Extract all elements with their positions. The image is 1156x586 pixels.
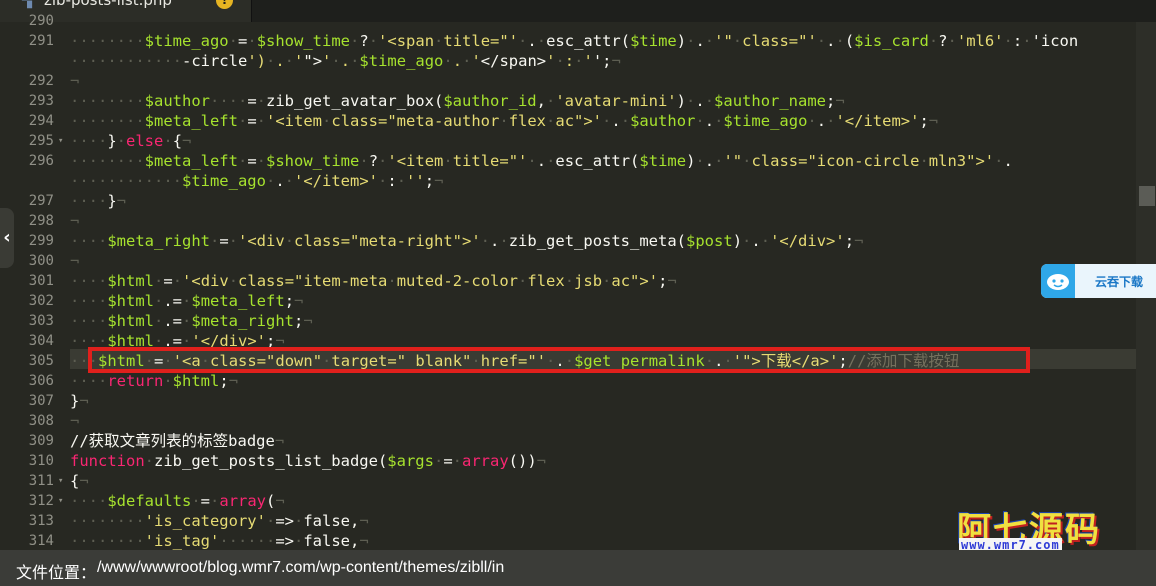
fold-arrow-icon[interactable]: ▾ xyxy=(58,131,68,151)
line-number: 314 xyxy=(28,533,54,549)
cloud-download-widget[interactable]: 云吞下载 xyxy=(1041,264,1156,298)
chevron-left-icon[interactable]: ‹ xyxy=(0,208,14,268)
cloud-download-label: 云吞下载 xyxy=(1095,275,1144,289)
line-number: 295 xyxy=(28,133,54,149)
line-number: 294 xyxy=(28,113,54,129)
line-number: 306 xyxy=(28,373,54,389)
line-number: 302 xyxy=(28,293,54,309)
code-line[interactable]: ····return·$html;¬ xyxy=(70,371,238,391)
code-line[interactable]: ····$html·.=·$meta_left;¬ xyxy=(70,291,303,311)
line-number: 312 xyxy=(28,493,54,509)
line-number xyxy=(0,51,54,71)
code-line[interactable]: //获取文章列表的标签badge¬ xyxy=(70,431,284,451)
code-line[interactable]: ····$html·=·'<div·class="item-meta·muted… xyxy=(70,271,677,291)
code-line[interactable]: ········$time_ago·=·$show_time·?·'<span·… xyxy=(70,31,1078,51)
code-line[interactable]: ····}¬ xyxy=(70,191,126,211)
cloud-icon xyxy=(1041,264,1075,298)
code-line[interactable]: function·zib_get_posts_list_badge($args·… xyxy=(70,451,546,471)
scrollbar-thumb[interactable] xyxy=(1139,186,1155,206)
code-line[interactable]: ········$meta_left·=·'<item·class="meta-… xyxy=(70,111,938,131)
line-number: 307 xyxy=(28,393,54,409)
line-number: 290 xyxy=(28,13,54,29)
line-number: 308 xyxy=(28,413,54,429)
code-line[interactable]: ············-circle')·.·'">'·.·$time_ago… xyxy=(70,51,621,71)
code-line[interactable]: ········'is_category'·=>·false,¬ xyxy=(70,511,369,531)
line-number-gutter: 290 291 292 293 294 295 ▾ 296 297 298 299 300 301 302… xyxy=(0,13,70,550)
code-line[interactable]: ········$meta_left·=·$show_time·?·'<item… xyxy=(70,151,1013,171)
line-number xyxy=(0,171,54,191)
line-number: 301 xyxy=(28,273,54,289)
file-location-label: 文件位置： xyxy=(16,565,97,582)
line-number: 310 xyxy=(28,453,54,469)
editor-tab-bar: ▚ zib-posts-list.php ! xyxy=(0,0,1156,22)
line-number: 303 xyxy=(28,313,54,329)
fold-arrow-icon[interactable]: ▾ xyxy=(58,471,68,491)
line-number: 291 xyxy=(28,33,54,49)
code-line[interactable]: }¬ xyxy=(70,391,89,411)
code-line[interactable]: ····$html·.=·$meta_right;¬ xyxy=(70,311,313,331)
code-line[interactable]: {¬ xyxy=(70,471,89,491)
line-number: 293 xyxy=(28,93,54,109)
code-line[interactable]: ¬ xyxy=(70,211,79,231)
unsaved-indicator-icon: ! xyxy=(216,0,233,9)
code-line[interactable]: ········'is_tag'······=>·false,¬ xyxy=(70,531,369,550)
code-editor[interactable]: ········$time_ago·=·$show_time·?·'<span·… xyxy=(70,22,1136,550)
code-line[interactable]: ········$author····=·zib_get_avatar_box(… xyxy=(70,91,845,111)
status-bar: 文件位置： /www/wwwroot/blog.wmr7.com/wp-cont… xyxy=(0,550,1156,586)
line-number: 296 xyxy=(28,153,54,169)
watermark-logo: 阿七源码 www.wmr7.com xyxy=(957,502,1127,552)
code-line[interactable]: ····$defaults·=·array(¬ xyxy=(70,491,285,511)
tab-filename: zib-posts-list.php xyxy=(44,0,172,9)
fold-arrow-icon[interactable]: ▾ xyxy=(58,491,68,511)
line-number: 292 xyxy=(28,73,54,89)
code-line[interactable]: ¬ xyxy=(70,251,79,271)
code-line[interactable]: ¬ xyxy=(70,71,79,91)
line-number: 305 xyxy=(28,353,54,369)
code-line[interactable]: ····$meta_right·=·'<div·class="meta-righ… xyxy=(70,231,863,251)
code-line[interactable]: ············$time_ago·.·'</item>'·:·'';¬ xyxy=(70,171,443,191)
line-number: 313 xyxy=(28,513,54,529)
code-line[interactable]: ····}·else·{¬ xyxy=(70,131,191,151)
php-file-icon: ▚ xyxy=(22,0,32,9)
line-number: 309 xyxy=(28,433,54,449)
line-number: 311 xyxy=(28,473,54,489)
line-number: 304 xyxy=(28,333,54,349)
code-line[interactable]: ¬ xyxy=(70,411,79,431)
annotation-highlight-box xyxy=(88,347,1030,373)
file-location-path: /www/wwwroot/blog.wmr7.com/wp-content/th… xyxy=(97,559,505,576)
